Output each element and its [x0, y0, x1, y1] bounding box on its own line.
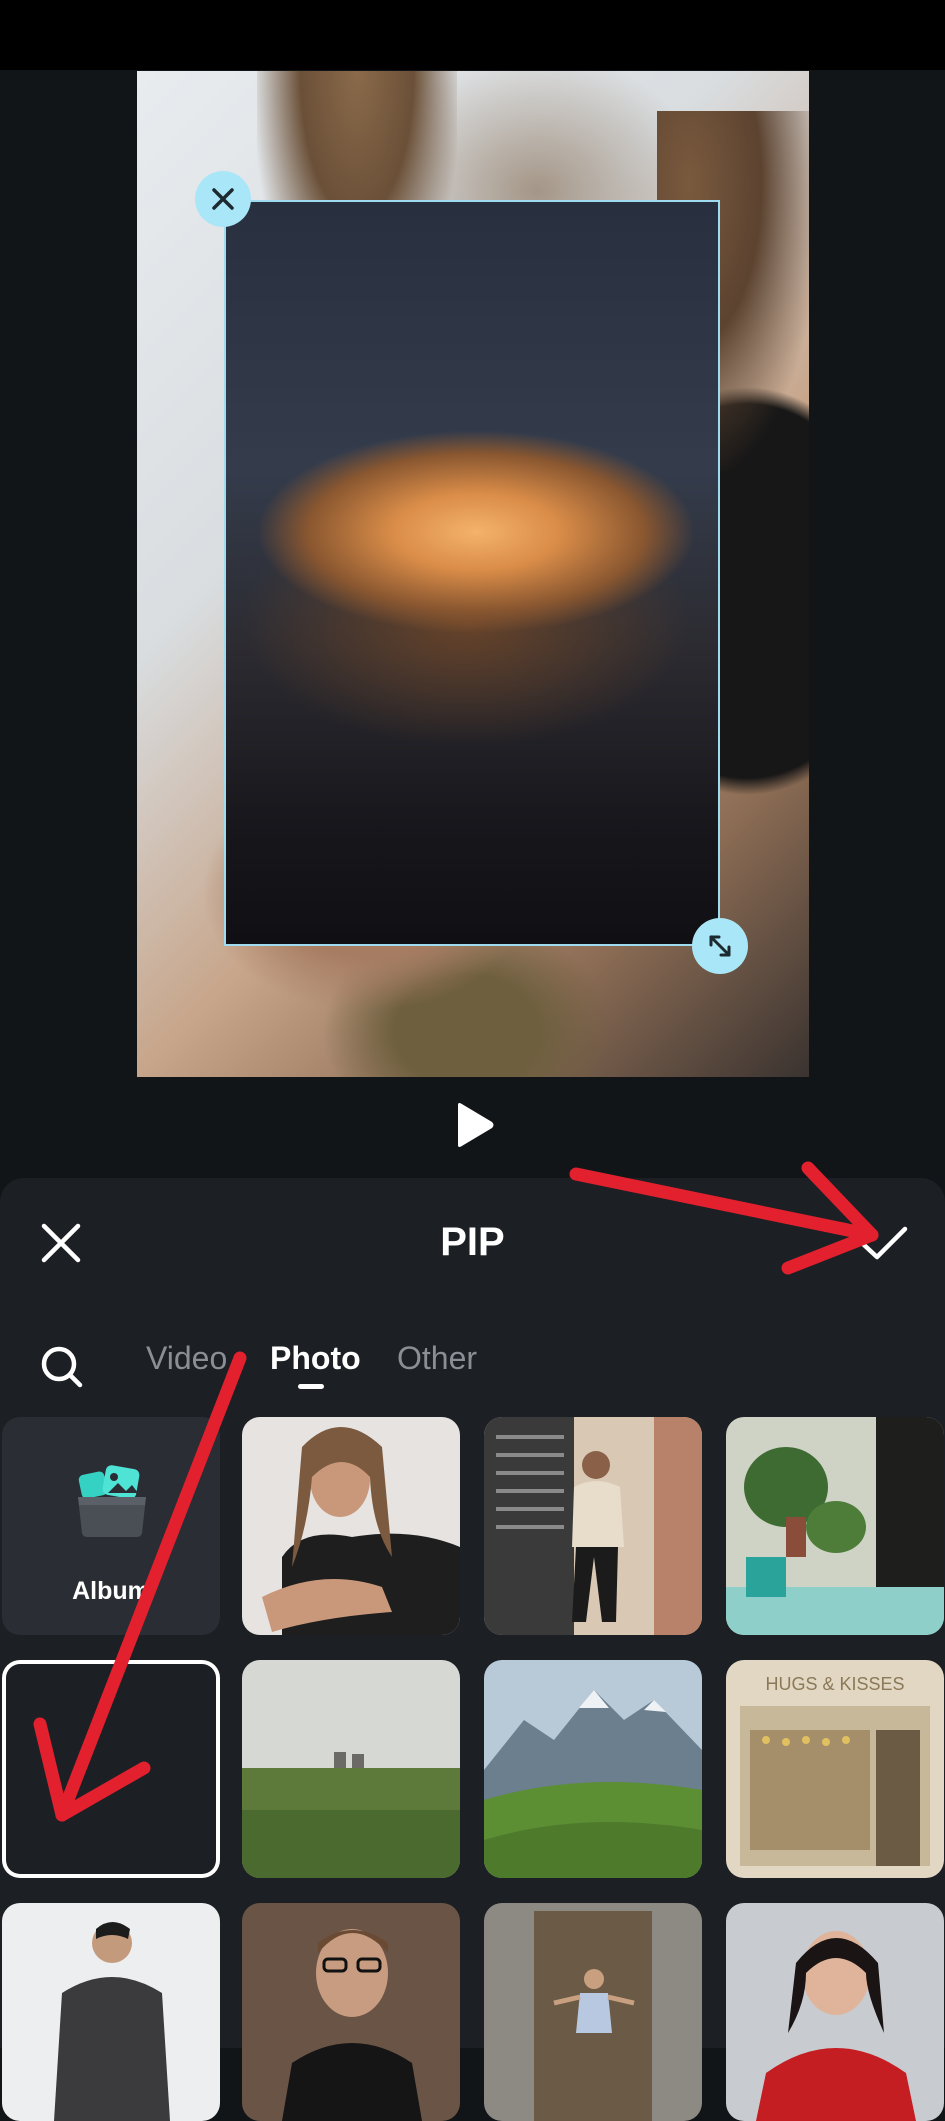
man-leaning-thumbnail [484, 1417, 702, 1635]
cloud-sky-thumbnail [2, 1660, 220, 1878]
plants-shop-thumbnail [726, 1417, 944, 1635]
tab-active-indicator [298, 1384, 324, 1389]
media-thumbnail[interactable] [484, 1903, 702, 2121]
media-thumbnail-selected[interactable] [2, 1660, 220, 1878]
woman-portrait-thumbnail [242, 1417, 460, 1635]
media-thumbnail[interactable] [2, 1903, 220, 2121]
album-label: Album [72, 1577, 150, 1605]
grass-field-thumbnail [242, 1660, 460, 1878]
tab-photo[interactable]: Photo [270, 1340, 361, 1377]
tab-other[interactable]: Other [397, 1340, 477, 1377]
media-thumbnail[interactable] [726, 1417, 944, 1635]
pip-remove-button[interactable] [195, 171, 251, 227]
media-thumbnail[interactable] [242, 1903, 460, 2121]
media-thumbnail[interactable] [726, 1903, 944, 2121]
mountains-thumbnail [484, 1660, 702, 1878]
man-jacket-thumbnail [2, 1903, 220, 2121]
close-icon [212, 188, 234, 210]
media-thumbnail[interactable] [242, 1660, 460, 1878]
play-icon [458, 1103, 494, 1147]
storefront-sign: HUGS & KISSES [765, 1674, 904, 1694]
media-thumbnail[interactable]: HUGS & KISSES [726, 1660, 944, 1878]
status-bar [0, 0, 945, 70]
woman-door-thumbnail [484, 1903, 702, 2121]
search-button[interactable] [38, 1343, 86, 1391]
media-thumbnail[interactable] [484, 1660, 702, 1878]
panel-title: PIP [440, 1220, 505, 1264]
storefront-thumbnail: HUGS & KISSES [726, 1660, 944, 1878]
pip-overlay-clip[interactable] [224, 200, 720, 946]
confirm-button[interactable] [858, 1218, 910, 1268]
media-thumbnail[interactable] [242, 1417, 460, 1635]
tab-video[interactable]: Video [146, 1340, 227, 1377]
media-thumbnail[interactable] [484, 1417, 702, 1635]
album-folder-icon [78, 1465, 146, 1537]
album-button[interactable]: Album [2, 1417, 220, 1635]
play-button[interactable] [448, 1100, 498, 1150]
search-icon [41, 1346, 83, 1388]
pip-resize-handle[interactable] [692, 918, 748, 974]
woman-red-jacket-thumbnail [726, 1903, 944, 2121]
man-glasses-thumbnail [242, 1903, 460, 2121]
checkmark-icon [860, 1226, 908, 1260]
resize-diagonal-icon [709, 935, 731, 957]
